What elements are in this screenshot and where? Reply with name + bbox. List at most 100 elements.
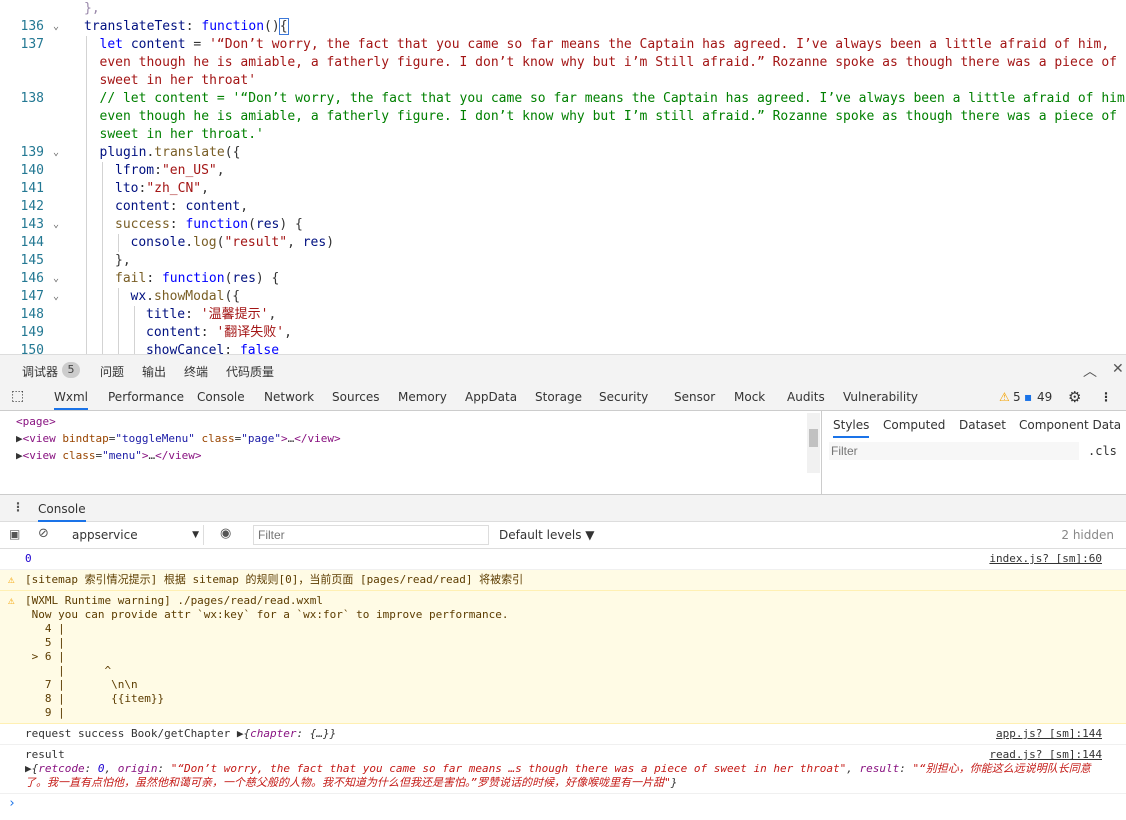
tab-issues[interactable]: 问题 [100,363,124,380]
fold-chevron-icon[interactable]: ⌄ [50,18,62,36]
tab-computed[interactable]: Computed [883,418,945,432]
console-warning[interactable]: ⚠ [sitemap 索引情况提示] 根据 sitemap 的规则[0]，当前页面… [0,570,1126,591]
source-link[interactable]: app.js? [sm]:144 [996,727,1102,741]
tab-styles[interactable]: Styles [833,418,870,438]
collapse-up-icon[interactable]: ︿ [1083,361,1097,381]
code-line[interactable]: 137 let content = '“Don’t worry, the fact… [0,36,1126,54]
tab-output[interactable]: 输出 [142,363,166,380]
wxml-node[interactable]: <page> [16,415,56,428]
code-line[interactable]: even though he is amiable, a fatherly fi… [0,54,1126,72]
line-number: 136 [20,19,44,34]
inspect-element-icon[interactable]: ⬚ [11,388,24,404]
fold-chevron-icon[interactable]: ⌄ [50,288,62,306]
scroll-thumb[interactable] [809,429,818,447]
code-line[interactable]: 147 ⌄ wx.showModal({ [0,288,1126,306]
code-line[interactable]: sweet in her throat' [0,72,1126,90]
code-text: console.log("result", res) [130,235,335,250]
tab-network[interactable]: Network [264,390,314,404]
tab-console[interactable]: Console [197,390,245,404]
code-line[interactable]: }, [0,0,1126,18]
tab-wxml[interactable]: Wxml [54,390,88,410]
tab-component-data[interactable]: Component Data [1019,418,1121,432]
code-line[interactable]: 150 showCancel: false [0,342,1126,354]
more-menu-icon[interactable]: ⋮ [1100,390,1112,404]
code-text: wx.showModal({ [130,289,241,304]
indent-guide [102,324,103,342]
log-levels-dropdown[interactable]: Default levels ▼ [499,528,595,542]
wxml-node[interactable]: ▶<view bindtap="toggleMenu" class="page"… [16,432,341,445]
code-text: success: function(res) { [115,217,303,232]
tab-performance[interactable]: Performance [108,390,184,404]
code-line[interactable]: 143 ⌄ success: function(res) { [0,216,1126,234]
tab-memory[interactable]: Memory [398,390,447,404]
tab-security[interactable]: Security [599,390,648,404]
tab-dataset[interactable]: Dataset [959,418,1006,432]
console-log[interactable]: result ▶{retcode: 0, origin: "“Don’t wor… [0,745,1126,794]
indent-guide [102,252,103,270]
tab-drawer-console[interactable]: Console [38,502,86,522]
code-line[interactable]: sweet in her throat.' [0,126,1126,144]
code-line[interactable]: 136 ⌄ translateTest: function(){ [0,18,1126,36]
drawer-menu-icon[interactable]: ⋮ [12,500,24,514]
code-line[interactable]: 139 ⌄ plugin.translate({ [0,144,1126,162]
styles-filter-input[interactable] [829,442,1079,460]
tab-debugger[interactable]: 调试器 [22,363,58,380]
code-line[interactable]: even though he is amiable, a fatherly fi… [0,108,1126,126]
tab-sensor[interactable]: Sensor [674,390,715,404]
fold-chevron-icon[interactable]: ⌄ [50,270,62,288]
line-number: 139 [20,145,44,160]
console-warning[interactable]: ⚠ [WXML Runtime warning] ./pages/read/rea… [0,591,1126,724]
indent-guide [86,144,87,162]
source-link[interactable]: read.js? [sm]:144 [989,748,1102,762]
code-line[interactable]: 141 lto:"zh_CN", [0,180,1126,198]
warning-icon: ⚠ [8,573,15,586]
code-editor[interactable]: }, 136 ⌄ translateTest: function(){137 let c… [0,0,1126,354]
code-line[interactable]: 144 console.log("result", res) [0,234,1126,252]
tab-terminal[interactable]: 终端 [184,363,208,380]
code-line[interactable]: 142 content: content, [0,198,1126,216]
tab-code-quality[interactable]: 代码质量 [226,363,274,380]
tab-audits[interactable]: Audits [787,390,825,404]
fold-chevron-icon[interactable]: ⌄ [50,144,62,162]
gear-icon[interactable]: ⚙ [1068,388,1081,406]
warning-count[interactable]: 5 [1013,390,1021,404]
code-line[interactable]: 145}, [0,252,1126,270]
indent-guide [102,180,103,198]
tab-sources[interactable]: Sources [332,390,379,404]
wxml-scrollbar[interactable] [807,413,820,473]
line-number: 137 [20,37,44,52]
wxml-node[interactable]: ▶<view class="menu">…</view> [16,449,201,462]
line-number: 147 [20,289,44,304]
code-line[interactable]: 138 // let content = '“Don’t worry, the f… [0,90,1126,108]
code-line[interactable]: 140 lfrom:"en_US", [0,162,1126,180]
source-link[interactable]: index.js? [sm]:60 [989,552,1102,566]
indent-guide [102,198,103,216]
code-text: content: content, [115,199,249,214]
line-number: 146 [20,271,44,286]
line-number: 149 [20,325,44,340]
tab-vulnerability[interactable]: Vulnerability [843,390,918,404]
code-line[interactable]: 149 content: '翻译失败', [0,324,1126,342]
console-prompt[interactable]: › [0,794,1126,811]
console-log[interactable]: 0 index.js? [sm]:60 [0,549,1126,570]
warning-icon: ⚠ [8,594,15,607]
close-icon[interactable]: ✕ [1112,361,1124,377]
cls-button[interactable]: .cls [1088,444,1117,458]
wxml-tree[interactable]: <page> ▶<view bindtap="toggleMenu" class=… [0,411,822,494]
tab-mock[interactable]: Mock [734,390,765,404]
tab-storage[interactable]: Storage [535,390,582,404]
message-count[interactable]: 49 [1037,390,1052,404]
code-line[interactable]: 146 ⌄ fail: function(res) { [0,270,1126,288]
sidebar-toggle-icon[interactable]: ▣ [9,527,20,541]
console-filter-input[interactable] [253,525,489,545]
context-select[interactable]: appservice ▼ [64,525,204,545]
code-line[interactable]: 148 title: '温馨提示', [0,306,1126,324]
tab-appdata[interactable]: AppData [465,390,517,404]
code-text: showCancel: false [146,343,280,354]
console-log[interactable]: request success Book/getChapter ▶{chapte… [0,724,1126,745]
clear-console-icon[interactable]: ⊘ [38,526,49,541]
fold-chevron-icon[interactable]: ⌄ [50,216,62,234]
console-output[interactable]: 0 index.js? [sm]:60 ⚠ [sitemap 索引情况提示] 根据 s… [0,549,1126,820]
eye-icon[interactable]: ◉ [220,526,231,541]
indent-guide [86,126,87,144]
